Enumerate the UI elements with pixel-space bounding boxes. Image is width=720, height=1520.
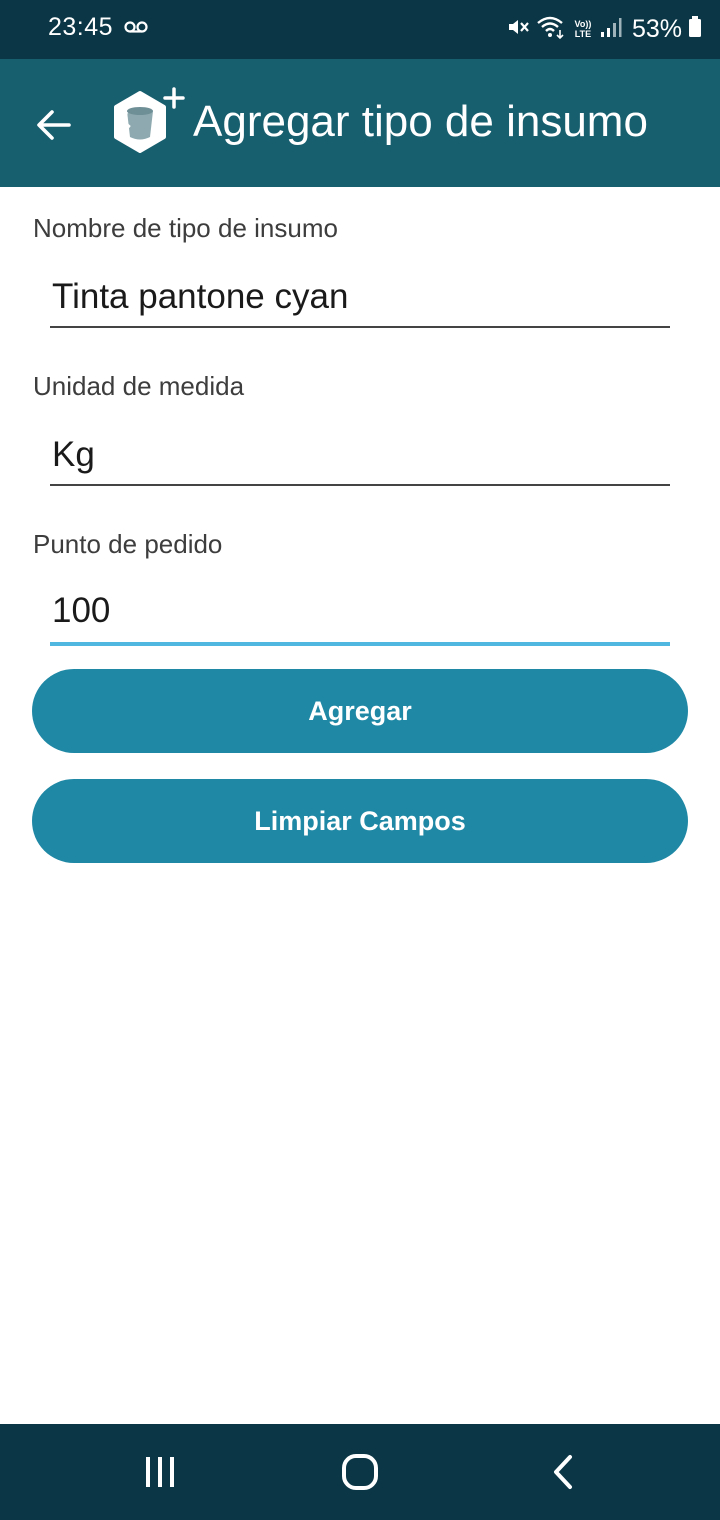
nav-back-button[interactable]: [543, 1452, 583, 1492]
wifi-icon: [536, 14, 566, 45]
limpiar-campos-button[interactable]: Limpiar Campos: [32, 779, 688, 863]
nombre-underline: [50, 326, 670, 328]
chevron-left-icon: [554, 1455, 572, 1489]
recent-apps-button[interactable]: [140, 1452, 180, 1492]
recent-apps-icon: [146, 1457, 174, 1487]
page-title: Agregar tipo de insumo: [193, 97, 648, 146]
back-button[interactable]: [30, 101, 78, 149]
punto-pedido-input[interactable]: [50, 584, 672, 638]
signal-icon: [600, 16, 622, 43]
app-bar: Agregar tipo de insumo: [0, 59, 720, 187]
volte-top: Vo)): [574, 19, 592, 29]
vibrate-mute-icon: [506, 15, 530, 44]
system-nav-bar: [0, 1424, 720, 1520]
battery-percent: 53%: [631, 14, 682, 43]
field-label-punto-pedido: Punto de pedido: [33, 529, 223, 559]
status-icons: Vo)) LTE 53%: [506, 12, 702, 46]
unidad-underline: [50, 484, 670, 486]
home-button[interactable]: [340, 1452, 380, 1492]
field-label-nombre: Nombre de tipo de insumo: [33, 213, 338, 243]
voicemail-icon: [124, 20, 148, 39]
agregar-button[interactable]: Agregar: [32, 669, 688, 753]
field-label-unidad: Unidad de medida: [33, 371, 245, 401]
arrow-left-icon: [37, 110, 71, 140]
status-bar: 23:45 Vo)) LTE 53%: [0, 0, 720, 59]
unidad-input[interactable]: [50, 428, 672, 482]
battery-icon: [688, 15, 702, 43]
punto-pedido-underline: [50, 642, 670, 646]
bucket-plus-icon: [108, 87, 188, 159]
volte-bottom: LTE: [574, 29, 592, 39]
home-icon: [342, 1454, 378, 1490]
volte-indicator: Vo)) LTE: [572, 19, 594, 39]
status-time: 23:45: [48, 13, 114, 41]
nombre-input[interactable]: [50, 270, 672, 324]
